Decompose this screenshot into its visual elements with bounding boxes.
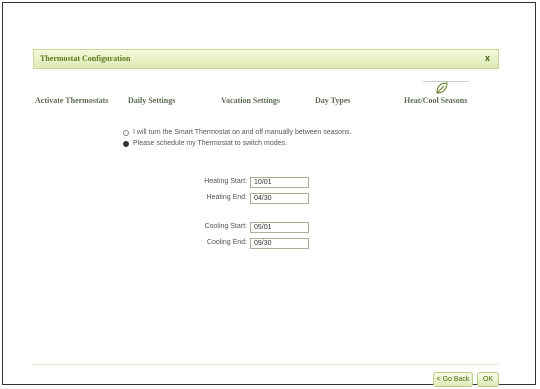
- footer-divider: [33, 364, 499, 365]
- tab-heat-cool-seasons[interactable]: Heat/Cool Seasons: [404, 96, 467, 105]
- cooling-start-input[interactable]: 05/01: [250, 222, 309, 233]
- cooling-end-label: Cooling End:: [206, 239, 247, 246]
- heating-start-input[interactable]: 10/01: [250, 177, 309, 188]
- schedule-radio[interactable]: [123, 140, 129, 147]
- manual-label: I will turn the Smart Thermostat on and …: [133, 129, 352, 136]
- ok-button[interactable]: OK: [477, 372, 499, 387]
- cooling-end-input[interactable]: 09/30: [250, 238, 309, 249]
- title-bar: Thermostat Configuration x: [33, 49, 499, 69]
- tab-activate-thermostats[interactable]: Activate Thermostats: [35, 96, 108, 105]
- heating-end-input[interactable]: 04/30: [250, 193, 309, 204]
- close-icon[interactable]: x: [485, 53, 490, 63]
- cooling-start-label: Cooling Start:: [204, 223, 247, 230]
- schedule-label: Please schedule my Thermostat to switch …: [133, 140, 287, 147]
- go-back-button[interactable]: < Go Back: [433, 372, 473, 387]
- manual-radio[interactable]: [123, 129, 129, 136]
- tab-vacation-settings[interactable]: Vacation Settings: [221, 96, 280, 105]
- option-manual[interactable]: I will turn the Smart Thermostat on and …: [123, 129, 351, 136]
- heating-start-label: Heating Start:: [204, 178, 247, 185]
- heating-end-label: Heating End:: [206, 194, 247, 201]
- tab-daily-settings[interactable]: Daily Settings: [128, 96, 175, 105]
- option-schedule[interactable]: Please schedule my Thermostat to switch …: [123, 140, 287, 147]
- dialog-frame: Thermostat Configuration x Activate Ther…: [2, 2, 536, 387]
- tab-day-types[interactable]: Day Types: [315, 96, 351, 105]
- window-title: Thermostat Configuration: [40, 54, 131, 63]
- leaf-icon: [436, 82, 448, 94]
